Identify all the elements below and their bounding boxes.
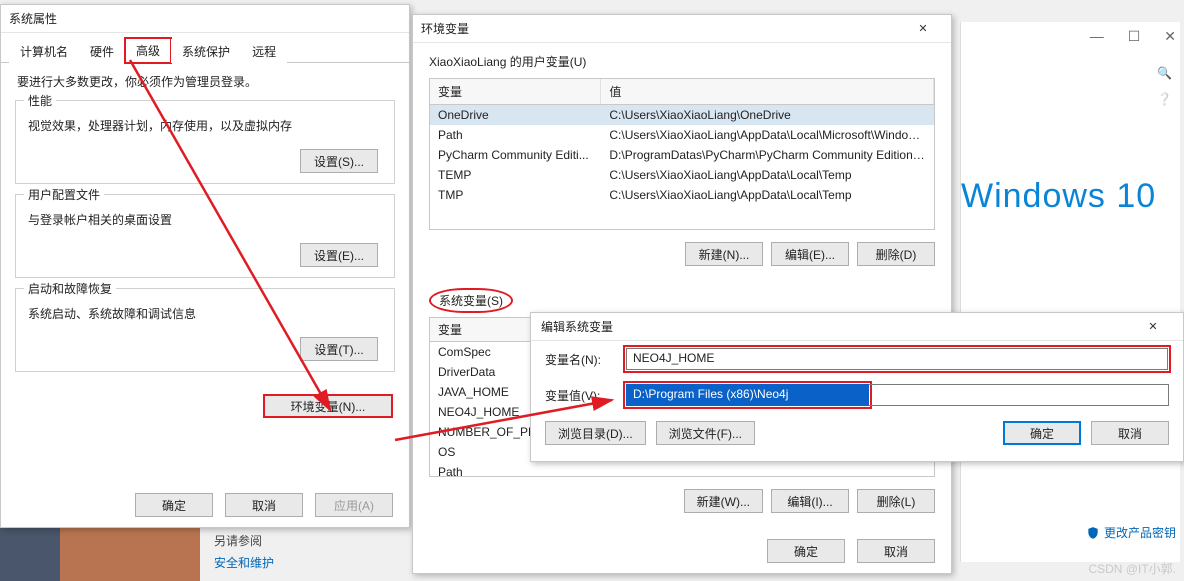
windows-logo-text: Windows 10 xyxy=(961,177,1156,216)
performance-group: 性能 视觉效果，处理器计划，内存使用，以及虚拟内存 设置(S)... xyxy=(15,100,395,184)
sysprops-cancel-button[interactable]: 取消 xyxy=(225,493,303,517)
user-var-row[interactable]: TMPC:\Users\XiaoXiaoLiang\AppData\Local\… xyxy=(430,185,934,205)
user-var-name: TMP xyxy=(430,185,601,205)
tab-advanced[interactable]: 高级 xyxy=(125,38,171,63)
startup-settings-button[interactable]: 设置(T)... xyxy=(300,337,378,361)
startup-group: 启动和故障恢复 系统启动、系统故障和调试信息 设置(T)... xyxy=(15,288,395,372)
tab-hardware[interactable]: 硬件 xyxy=(79,39,125,63)
sysprops-tabs: 计算机名 硬件 高级 系统保护 远程 xyxy=(1,39,409,63)
sysprops-title: 系统属性 xyxy=(9,10,57,27)
performance-caption: 性能 xyxy=(24,92,56,109)
user-var-name: Path xyxy=(430,125,601,145)
userprofile-settings-button[interactable]: 设置(E)... xyxy=(300,243,378,267)
sys-var-row[interactable]: Path xyxy=(430,462,934,477)
sysprops-titlebar[interactable]: 系统属性 xyxy=(1,5,409,33)
minimize-icon[interactable]: — xyxy=(1090,28,1104,45)
user-edit-button[interactable]: 编辑(E)... xyxy=(771,242,849,266)
user-var-row[interactable]: OneDriveC:\Users\XiaoXiaoLiang\OneDrive xyxy=(430,105,934,125)
user-vars-label: XiaoXiaoLiang 的用户变量(U) xyxy=(413,43,951,74)
user-var-name: PyCharm Community Editi... xyxy=(430,145,601,165)
userprofile-caption: 用户配置文件 xyxy=(24,186,104,203)
user-vars-table[interactable]: 变量 值 OneDriveC:\Users\XiaoXiaoLiang\OneD… xyxy=(429,78,935,230)
user-var-row[interactable]: PathC:\Users\XiaoXiaoLiang\AppData\Local… xyxy=(430,125,934,145)
env-variables-button[interactable]: 环境变量(N)... xyxy=(263,394,393,418)
editvar-titlebar[interactable]: 编辑系统变量 xyxy=(531,313,1183,341)
user-var-value: C:\Users\XiaoXiaoLiang\AppData\Local\Tem… xyxy=(601,165,934,185)
startup-caption: 启动和故障恢复 xyxy=(24,280,116,297)
env-variables-window: 环境变量 XiaoXiaoLiang 的用户变量(U) 变量 值 OneDriv… xyxy=(412,14,952,574)
var-value-label: 变量值(V): xyxy=(545,387,625,404)
help-icon[interactable]: ❔ xyxy=(1157,92,1172,106)
see-also-section: 另请参阅 安全和维护 xyxy=(214,530,274,574)
background-settings-panel: — ☐ ✕ 🔍 ❔ Windows 10 🛡 更改设置 更改产品密钥 xyxy=(960,22,1180,562)
user-var-value: C:\Users\XiaoXiaoLiang\OneDrive xyxy=(601,105,934,125)
sysprops-ok-button[interactable]: 确定 xyxy=(135,493,213,517)
sys-var-name: Path xyxy=(430,462,934,477)
close-icon[interactable]: ✕ xyxy=(1164,28,1176,45)
tab-systemprotection[interactable]: 系统保护 xyxy=(171,39,241,63)
sys-new-button[interactable]: 新建(W)... xyxy=(684,489,763,513)
system-vars-label: 系统变量(S) xyxy=(429,288,513,313)
user-var-row[interactable]: PyCharm Community Editi...D:\ProgramData… xyxy=(430,145,934,165)
user-var-row[interactable]: TEMPC:\Users\XiaoXiaoLiang\AppData\Local… xyxy=(430,165,934,185)
user-col-name[interactable]: 变量 xyxy=(430,79,601,104)
search-icon[interactable]: 🔍 xyxy=(1157,66,1172,80)
csdn-watermark: CSDN @IT小郭. xyxy=(1088,560,1176,577)
editvar-cancel-button[interactable]: 取消 xyxy=(1091,421,1169,445)
sys-edit-button[interactable]: 编辑(I)... xyxy=(771,489,849,513)
envvars-title: 环境变量 xyxy=(421,20,469,37)
envvars-titlebar[interactable]: 环境变量 xyxy=(413,15,951,43)
browse-file-button[interactable]: 浏览文件(F)... xyxy=(656,421,755,445)
user-var-value: C:\Users\XiaoXiaoLiang\AppData\Local\Mic… xyxy=(601,125,934,145)
change-product-key-link[interactable]: 更改产品密钥 xyxy=(1086,524,1176,541)
user-new-button[interactable]: 新建(N)... xyxy=(685,242,763,266)
performance-desc: 视觉效果，处理器计划，内存使用，以及虚拟内存 xyxy=(28,117,382,134)
sys-delete-button[interactable]: 删除(L) xyxy=(857,489,935,513)
security-maintenance-link[interactable]: 安全和维护 xyxy=(214,552,274,574)
maximize-icon[interactable]: ☐ xyxy=(1128,28,1141,45)
envvars-cancel-button[interactable]: 取消 xyxy=(857,539,935,563)
startup-desc: 系统启动、系统故障和调试信息 xyxy=(28,305,382,322)
envvars-ok-button[interactable]: 确定 xyxy=(767,539,845,563)
user-col-value[interactable]: 值 xyxy=(601,79,934,104)
sysprops-apply-button[interactable]: 应用(A) xyxy=(315,493,393,517)
user-var-value: D:\ProgramDatas\PyCharm\PyCharm Communit… xyxy=(601,145,934,165)
browse-dir-button[interactable]: 浏览目录(D)... xyxy=(545,421,646,445)
editvar-title: 编辑系统变量 xyxy=(541,318,613,335)
var-name-label: 变量名(N): xyxy=(545,351,625,368)
user-var-value: C:\Users\XiaoXiaoLiang\AppData\Local\Tem… xyxy=(601,185,934,205)
userprofile-group: 用户配置文件 与登录帐户相关的桌面设置 设置(E)... xyxy=(15,194,395,278)
user-var-name: OneDrive xyxy=(430,105,601,125)
user-var-name: TEMP xyxy=(430,165,601,185)
performance-settings-button[interactable]: 设置(S)... xyxy=(300,149,378,173)
admin-note: 要进行大多数更改，你必须作为管理员登录。 xyxy=(1,63,409,90)
tab-computername[interactable]: 计算机名 xyxy=(9,39,79,63)
see-also-label: 另请参阅 xyxy=(214,530,274,552)
var-value-input[interactable]: D:\Program Files (x86)\Neo4j xyxy=(626,384,869,406)
userprofile-desc: 与登录帐户相关的桌面设置 xyxy=(28,211,382,228)
edit-system-variable-dialog: 编辑系统变量 变量名(N): NEO4J_HOME 变量值(V): D:\Pro… xyxy=(530,312,1184,462)
system-properties-window: 系统属性 计算机名 硬件 高级 系统保护 远程 要进行大多数更改，你必须作为管理… xyxy=(0,4,410,528)
var-value-input-rest[interactable] xyxy=(869,384,1169,406)
var-name-input[interactable]: NEO4J_HOME xyxy=(626,348,1168,370)
editvar-close-icon[interactable] xyxy=(1133,315,1173,339)
user-delete-button[interactable]: 删除(D) xyxy=(857,242,935,266)
editvar-ok-button[interactable]: 确定 xyxy=(1003,421,1081,445)
envvars-close-icon[interactable] xyxy=(903,17,943,41)
tab-remote[interactable]: 远程 xyxy=(241,39,287,63)
